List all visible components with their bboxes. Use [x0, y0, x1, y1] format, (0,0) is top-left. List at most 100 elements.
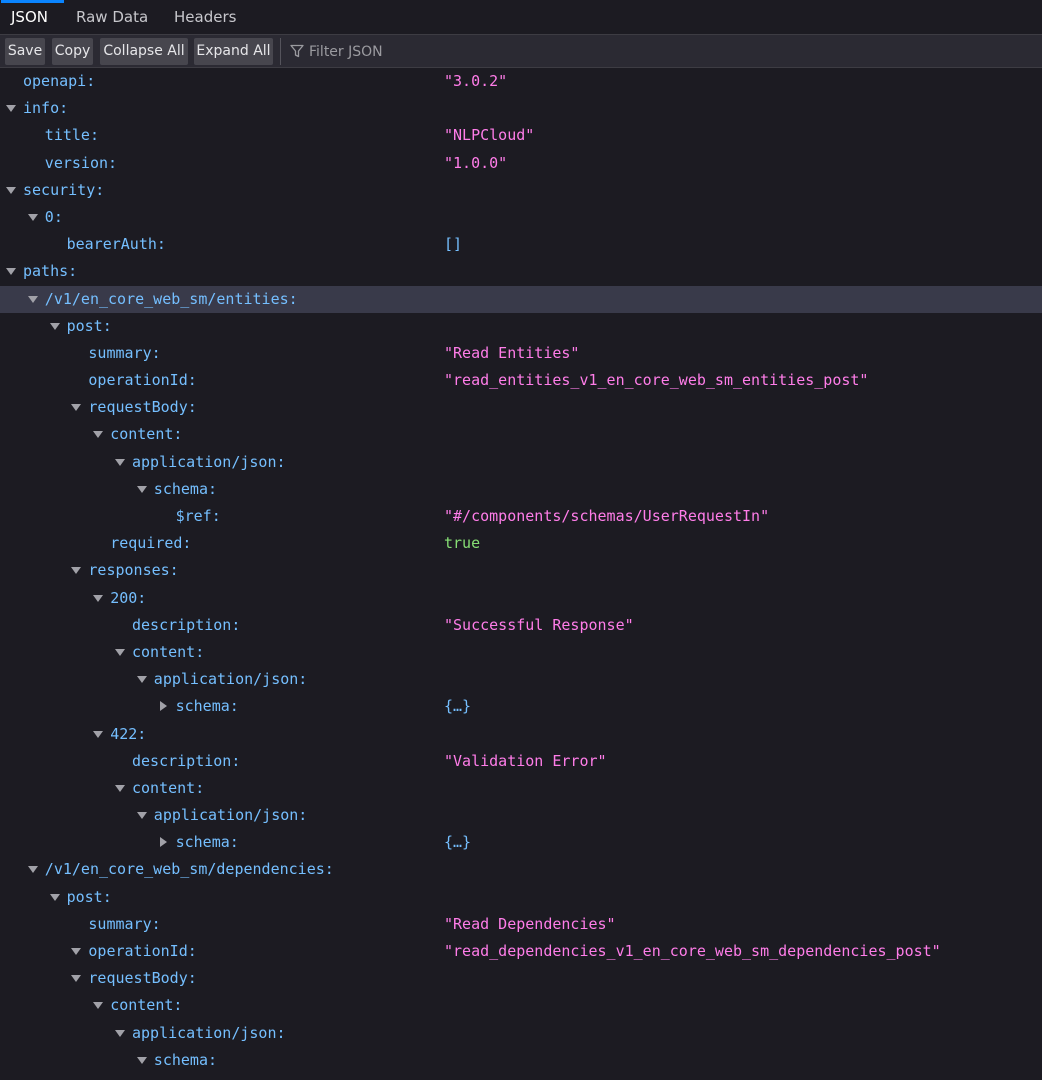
tree-row[interactable]: 422: — [0, 721, 1042, 748]
collapse-arrow-icon[interactable] — [136, 812, 147, 820]
tree-key: description: — [132, 615, 241, 634]
collapse-arrow-icon[interactable] — [71, 567, 82, 575]
collapse-arrow-icon[interactable] — [27, 295, 38, 303]
tree-key: schema: — [153, 479, 218, 498]
tree-row[interactable]: responses: — [0, 557, 1042, 584]
tree-value: {…} — [444, 697, 472, 716]
tree-key: security: — [23, 180, 105, 199]
tree-row[interactable]: post: — [0, 884, 1042, 911]
tree-row[interactable]: description: "Successful Response" — [0, 612, 1042, 639]
tree-key: application/json: — [153, 670, 308, 689]
tree-key: operationId: — [88, 942, 197, 960]
collapse-arrow-icon[interactable] — [27, 213, 38, 221]
collapse-arrow-icon[interactable] — [93, 730, 104, 738]
tab-selected-indicator — [1, 0, 64, 3]
tree-row[interactable]: content: — [0, 639, 1042, 666]
tree-row[interactable]: schema: {…} — [0, 829, 1042, 856]
tree-key: post: — [66, 887, 112, 906]
tree-row[interactable]: content: — [0, 992, 1042, 1019]
tab-json[interactable]: JSON — [1, 0, 64, 34]
tree-row[interactable]: description: "Validation Error" — [0, 748, 1042, 775]
collapse-arrow-icon[interactable] — [115, 1029, 125, 1037]
collapse-all-button[interactable]: Collapse All — [100, 38, 188, 65]
collapse-arrow-icon[interactable] — [115, 784, 125, 792]
tree-row[interactable]: schema: {…} — [0, 693, 1042, 720]
tree-row[interactable]: application/json: — [0, 1020, 1042, 1047]
tree-row[interactable]: operationId: "read_dependencies_v1_en_cor… — [0, 938, 1042, 965]
json-tree: openapi: "3.0.2" info: title: "NLPCloud" vers… — [0, 68, 1042, 1074]
expand-arrow-icon[interactable] — [159, 837, 167, 848]
collapse-arrow-icon[interactable] — [115, 458, 125, 466]
tree-row[interactable]: version: "1.0.0" — [0, 150, 1042, 177]
tree-row[interactable]: requestBody: — [0, 965, 1042, 992]
tree-value: "3.0.2" — [444, 72, 508, 90]
tree-key: 422: — [110, 724, 147, 743]
tree-key: $ref: — [175, 507, 221, 525]
tree-row[interactable]: 200: — [0, 585, 1042, 612]
tree-key: schema: — [175, 833, 239, 852]
collapse-arrow-icon[interactable] — [6, 268, 16, 276]
tab-raw-data[interactable]: Raw Data — [76, 0, 148, 34]
tree-row[interactable]: security: — [0, 177, 1042, 204]
tree-row[interactable]: content: — [0, 421, 1042, 448]
collapse-arrow-icon[interactable] — [6, 186, 16, 194]
tree-row[interactable]: content: — [0, 775, 1042, 802]
tree-row[interactable]: schema: — [0, 476, 1042, 503]
tree-row[interactable]: summary: "Read Entities" — [0, 340, 1042, 367]
tree-key: schema: — [175, 697, 239, 716]
expand-all-button[interactable]: Expand All — [194, 38, 273, 65]
collapse-arrow-icon[interactable] — [49, 893, 60, 901]
tree-row[interactable]: application/json: — [0, 802, 1042, 829]
collapse-arrow-icon[interactable] — [136, 485, 147, 493]
tree-row[interactable]: /v1/en_core_web_sm/dependencies: — [0, 856, 1042, 883]
tree-value: "Validation Error" — [444, 751, 607, 770]
tree-row[interactable]: bearerAuth: [] — [0, 231, 1042, 258]
collapse-arrow-icon[interactable] — [6, 105, 16, 113]
tree-row[interactable]: summary: "Read Dependencies" — [0, 911, 1042, 938]
tab-headers[interactable]: Headers — [174, 0, 236, 34]
expand-arrow-icon[interactable] — [159, 701, 167, 712]
tab-label: Raw Data — [76, 8, 149, 26]
tree-row[interactable]: title: "NLPCloud" — [0, 122, 1042, 149]
tree-row[interactable]: schema: — [0, 1047, 1042, 1074]
filter-json-input[interactable] — [307, 40, 571, 64]
tree-row[interactable]: requestBody: — [0, 394, 1042, 421]
tree-key: required: — [110, 534, 192, 553]
tree-row[interactable]: operationId: "read_entities_v1_en_core_we… — [0, 367, 1042, 394]
tree-row[interactable]: application/json: — [0, 449, 1042, 476]
collapse-arrow-icon[interactable] — [136, 1056, 147, 1064]
tree-key: content: — [132, 642, 205, 661]
tree-row[interactable]: /v1/en_core_web_sm/entities: — [0, 285, 1042, 313]
tree-row[interactable]: required: true — [0, 530, 1042, 557]
collapse-arrow-icon[interactable] — [115, 648, 125, 656]
tree-row[interactable]: 0: — [0, 204, 1042, 231]
tree-row[interactable]: application/json: — [0, 666, 1042, 693]
collapse-arrow-icon[interactable] — [136, 676, 147, 684]
tree-row[interactable]: openapi: "3.0.2" — [0, 68, 1042, 95]
tab-label: Headers — [174, 8, 237, 26]
tab-label: JSON — [11, 8, 48, 26]
collapse-arrow-icon[interactable] — [71, 975, 82, 983]
tab-bar: JSON Raw Data Headers — [0, 0, 1042, 34]
save-button[interactable]: Save — [5, 38, 45, 65]
collapse-arrow-icon[interactable] — [93, 594, 104, 602]
collapse-arrow-icon[interactable] — [27, 866, 38, 874]
tree-value: "Successful Response" — [444, 615, 634, 634]
tree-key: application/json: — [132, 1023, 286, 1042]
tree-key: requestBody: — [88, 398, 197, 417]
collapse-arrow-icon[interactable] — [93, 1002, 104, 1010]
tree-key: post: — [66, 316, 112, 335]
collapse-arrow-icon[interactable] — [71, 404, 82, 412]
tree-key: content: — [132, 778, 205, 797]
tree-row[interactable]: paths: — [0, 258, 1042, 285]
tree-value: "1.0.0" — [444, 153, 508, 172]
tree-key: operationId: — [88, 371, 197, 390]
collapse-arrow-icon[interactable] — [93, 431, 104, 439]
collapse-arrow-icon[interactable] — [49, 322, 60, 330]
tree-key: /v1/en_core_web_sm/dependencies: — [44, 860, 334, 879]
copy-button[interactable]: Copy — [52, 38, 93, 65]
collapse-arrow-icon[interactable] — [71, 948, 82, 955]
tree-row[interactable]: $ref: "#/components/schemas/UserRequestIn… — [0, 503, 1042, 530]
tree-row[interactable]: info: — [0, 95, 1042, 122]
tree-row[interactable]: post: — [0, 313, 1042, 340]
